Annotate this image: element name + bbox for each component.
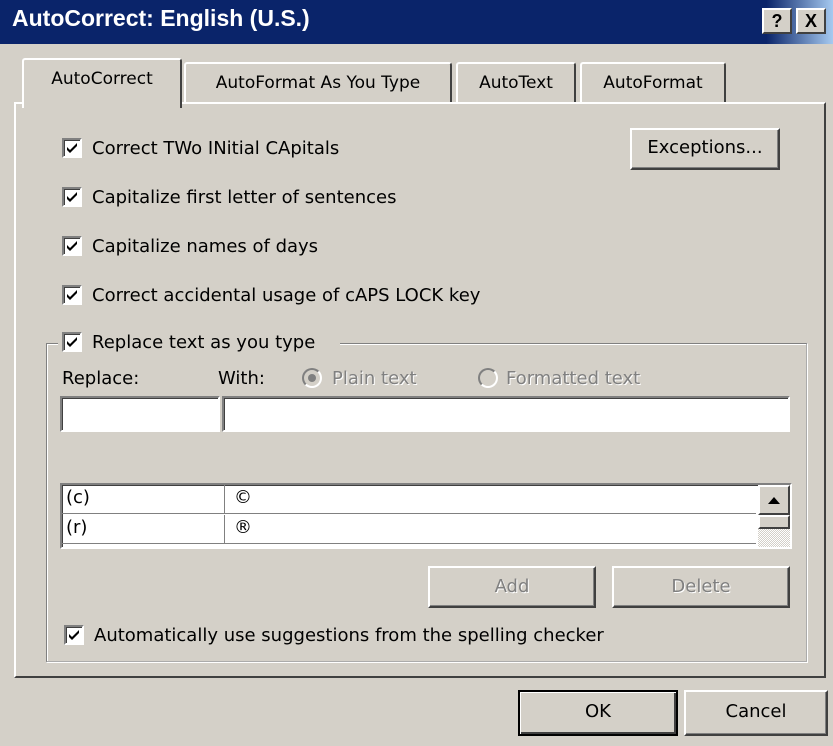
checkmark-icon <box>67 337 77 347</box>
use-suggestions-checkbox[interactable] <box>64 625 84 645</box>
caps-lock-checkbox[interactable] <box>62 285 82 305</box>
ok-button[interactable]: OK <box>518 690 678 736</box>
formatted-text-label: Formatted text <box>506 368 641 389</box>
list-item-replace: (r) <box>66 517 88 538</box>
capitalize-first-letter-checkbox[interactable] <box>62 187 82 207</box>
autocorrect-entries-list[interactable]: (c) © (r) ® <box>60 483 792 549</box>
capitalize-days-label: Capitalize names of days <box>92 236 319 257</box>
with-input[interactable] <box>222 396 790 432</box>
list-item[interactable]: (c) © <box>62 485 756 514</box>
tab-autoformat-as-you-type[interactable]: AutoFormat As You Type <box>184 62 452 104</box>
checkmark-icon <box>67 143 77 153</box>
tab-autotext[interactable]: AutoText <box>456 62 576 104</box>
plain-text-label: Plain text <box>332 368 417 389</box>
use-suggestions-label: Automatically use suggestions from the s… <box>94 625 604 646</box>
capitalize-days-checkbox[interactable] <box>62 236 82 256</box>
window-title: AutoCorrect: English (U.S.) <box>12 5 310 31</box>
list-scrollbar[interactable] <box>758 485 790 547</box>
correct-two-initial-capitals-checkbox[interactable] <box>62 138 82 158</box>
delete-button[interactable]: Delete <box>612 566 790 608</box>
tab-autocorrect[interactable]: AutoCorrect <box>22 58 182 108</box>
checkmark-icon <box>67 241 77 251</box>
title-bar: AutoCorrect: English (U.S.) ? X <box>0 0 833 44</box>
checkmark-icon <box>69 630 79 640</box>
cancel-button[interactable]: Cancel <box>684 690 828 736</box>
tab-autocorrect-label: AutoCorrect <box>51 69 153 89</box>
formatted-text-radio[interactable] <box>478 368 498 388</box>
help-button[interactable]: ? <box>762 8 792 34</box>
replace-text-label: Replace text as you type <box>92 332 316 353</box>
scroll-thumb[interactable] <box>758 515 790 529</box>
with-label: With: <box>218 368 265 389</box>
tab-autoformat-label: AutoFormat <box>603 73 703 93</box>
list-item-with: ® <box>234 517 252 538</box>
checkmark-icon <box>67 192 77 202</box>
replace-text-checkbox[interactable] <box>62 332 82 352</box>
radio-dot-icon <box>308 374 316 382</box>
list-item[interactable]: (r) ® <box>62 515 756 544</box>
exceptions-button[interactable]: Exceptions... <box>630 128 780 170</box>
correct-two-initial-capitals-label: Correct TWo INitial CApitals <box>92 138 340 159</box>
caps-lock-label: Correct accidental usage of cAPS LOCK ke… <box>92 285 481 306</box>
list-item-replace: (c) <box>66 487 90 508</box>
add-button[interactable]: Add <box>428 566 596 608</box>
replace-label: Replace: <box>62 368 140 389</box>
capitalize-first-letter-label: Capitalize first letter of sentences <box>92 187 397 208</box>
tab-autoformat[interactable]: AutoFormat <box>580 62 726 104</box>
scroll-up-button[interactable] <box>758 485 790 515</box>
checkmark-icon <box>67 290 77 300</box>
tab-autoformat-as-you-type-label: AutoFormat As You Type <box>215 73 421 93</box>
tab-autotext-label: AutoText <box>479 73 553 93</box>
replace-input[interactable] <box>60 396 220 432</box>
list-item-with: © <box>234 487 252 508</box>
plain-text-radio[interactable] <box>302 368 322 388</box>
arrow-up-icon <box>768 497 780 504</box>
close-button[interactable]: X <box>796 8 826 34</box>
